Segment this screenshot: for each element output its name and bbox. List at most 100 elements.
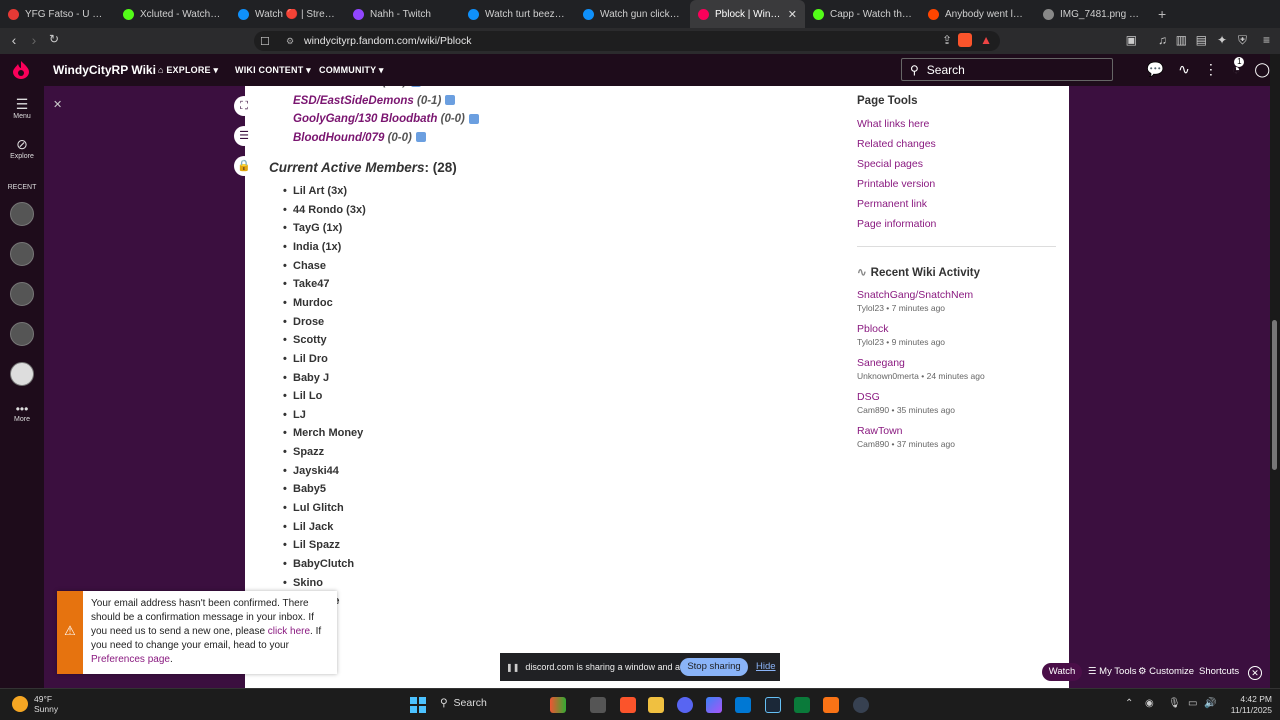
lock-icon[interactable]: 🔒 bbox=[234, 156, 254, 176]
stop-sharing-button[interactable]: Stop sharing bbox=[680, 658, 748, 676]
forward-icon[interactable]: › bbox=[24, 32, 44, 48]
crew-link[interactable]: BloodHound/079 bbox=[293, 132, 384, 144]
share-icon[interactable]: ⇪ bbox=[942, 33, 952, 47]
nav-explore[interactable]: ⌂ EXPLORE ▾ bbox=[158, 65, 218, 76]
recent-wiki-avatar[interactable] bbox=[10, 322, 34, 346]
scrollbar-thumb[interactable] bbox=[1272, 320, 1277, 470]
clock[interactable]: 4:42 PM 11/11/2025 bbox=[1231, 694, 1272, 716]
rail-explore[interactable]: ⊘ Explore bbox=[0, 136, 44, 160]
rewards-icon[interactable]: ▲ bbox=[980, 33, 992, 47]
page-tool-link[interactable]: Printable version bbox=[857, 178, 935, 190]
volume-icon[interactable]: 🔊 bbox=[1204, 698, 1216, 709]
fandom-logo-icon[interactable] bbox=[12, 60, 30, 80]
bookmark-icon[interactable]: ☐ bbox=[260, 35, 270, 48]
recent-wiki-avatar[interactable] bbox=[10, 202, 34, 226]
new-tab-icon[interactable]: + bbox=[1158, 6, 1166, 22]
reload-icon[interactable]: ↻ bbox=[44, 32, 64, 46]
toc-icon[interactable]: ☰ bbox=[234, 126, 254, 146]
preferences-link[interactable]: Preferences page bbox=[91, 654, 170, 665]
brave-shields-icon[interactable] bbox=[958, 33, 972, 47]
browser-tab[interactable]: Watch turt beezy 📍 | S bbox=[460, 0, 575, 28]
excel-icon[interactable] bbox=[794, 697, 810, 713]
shortcuts-button[interactable]: Shortcuts bbox=[1199, 666, 1239, 677]
watch-button[interactable]: Watch bbox=[1042, 663, 1082, 681]
page-tool-link[interactable]: Special pages bbox=[857, 158, 923, 170]
my-tools-button[interactable]: ☰ My Tools bbox=[1088, 666, 1136, 677]
rail-more[interactable]: ••• More bbox=[0, 402, 44, 423]
browser-tab[interactable]: Xcluted - Watch clips bbox=[115, 0, 230, 28]
recent-wiki-avatar[interactable] bbox=[10, 362, 34, 386]
vpn-icon[interactable]: ⛨ bbox=[1238, 33, 1247, 48]
rail-menu[interactable]: ☰ Menu bbox=[0, 96, 44, 120]
file-explorer-icon[interactable] bbox=[648, 697, 664, 713]
task-view-icon[interactable] bbox=[590, 697, 606, 713]
crew-link[interactable]: GFB Block/GFB bbox=[293, 86, 379, 88]
sidebar-icon[interactable]: ▥ bbox=[1176, 33, 1187, 47]
browser-tab[interactable]: Watch 🔴 | Streamable bbox=[230, 0, 345, 28]
browser-tab[interactable]: Pblock | WindyCity ✕ bbox=[690, 0, 805, 28]
more-vertical-icon[interactable]: ⋮ bbox=[1204, 61, 1218, 78]
nav-community[interactable]: COMMUNITY ▾ bbox=[319, 65, 384, 76]
chevron-up-icon[interactable]: ⌃ bbox=[1125, 698, 1133, 709]
activity-icon[interactable]: ∿ bbox=[1178, 61, 1190, 78]
notifications-icon[interactable]: ◔ 1 bbox=[1232, 57, 1245, 78]
collapse-icon[interactable]: ✕ bbox=[53, 98, 62, 111]
discussions-icon[interactable]: 💬 bbox=[1147, 61, 1164, 78]
activity-page-link[interactable]: Sanegang bbox=[857, 357, 905, 369]
browser-tab[interactable]: Nahh - Twitch bbox=[345, 0, 460, 28]
activity-page-link[interactable]: RawTown bbox=[857, 425, 903, 437]
weather-widget[interactable]: 49°F Sunny bbox=[12, 694, 58, 714]
activity-page-link[interactable]: Pblock bbox=[857, 323, 889, 335]
media-icon[interactable]: ♫ bbox=[1158, 33, 1167, 47]
crew-link[interactable]: ESD/EastSideDemons bbox=[293, 95, 414, 107]
activity-page-link[interactable]: SnatchGang/SnatchNem bbox=[857, 289, 973, 301]
recent-wiki-avatar[interactable] bbox=[10, 242, 34, 266]
app-icon[interactable] bbox=[853, 697, 869, 713]
store-icon[interactable] bbox=[735, 697, 751, 713]
app-icon[interactable] bbox=[550, 697, 566, 713]
browser-tab[interactable]: IMG_7481.png (906×9 bbox=[1035, 0, 1150, 28]
discord-icon[interactable] bbox=[677, 697, 693, 713]
page-tool-link[interactable]: Page information bbox=[857, 218, 936, 230]
fullscreen-icon[interactable]: ⛶ bbox=[234, 96, 254, 116]
close-toolbar-icon[interactable]: ✕ bbox=[1248, 666, 1262, 680]
nav-wiki-content[interactable]: WIKI CONTENT ▾ bbox=[235, 65, 311, 76]
brave-icon[interactable] bbox=[620, 697, 636, 713]
browser-tab[interactable]: Capp - Watch the VOD bbox=[805, 0, 920, 28]
app-icon[interactable] bbox=[823, 697, 839, 713]
menu-icon[interactable]: ≡ bbox=[1263, 33, 1270, 47]
wiki-search-input[interactable]: ⚲ Search bbox=[901, 58, 1113, 81]
customize-button[interactable]: ⚙ Customize bbox=[1138, 666, 1194, 677]
back-icon[interactable]: ‹ bbox=[4, 32, 24, 48]
windows-start-icon[interactable] bbox=[410, 697, 426, 713]
browser-tab[interactable]: Watch gun clicked @s bbox=[575, 0, 690, 28]
hide-button[interactable]: Hide bbox=[756, 661, 776, 672]
crew-entry: BloodHound/079 (0-0) bbox=[293, 132, 426, 144]
browser-tab[interactable]: YFG Fatso - U or Me [C bbox=[0, 0, 115, 28]
url-field[interactable]: ☐ ⚙ windycityrp.fandom.com/wiki/Pblock bbox=[254, 31, 1000, 51]
close-tab-icon[interactable]: ✕ bbox=[788, 8, 797, 21]
wiki-name[interactable]: WindyCityRP Wiki bbox=[53, 63, 156, 77]
leo-icon[interactable]: ✦ bbox=[1217, 33, 1227, 47]
crew-link[interactable]: GoolyGang/130 Bloodbath bbox=[293, 113, 437, 125]
steam-icon[interactable] bbox=[765, 697, 781, 713]
user-avatar-icon[interactable]: ◯ bbox=[1254, 61, 1270, 78]
activity-page-link[interactable]: DSG bbox=[857, 391, 880, 403]
member-list-item: Spazz bbox=[283, 446, 324, 458]
activity-meta: Tylol23 • 7 minutes ago bbox=[857, 303, 946, 313]
browser-tab[interactable]: Anybody went last nig bbox=[920, 0, 1035, 28]
copilot-icon[interactable] bbox=[706, 697, 722, 713]
tray-icon[interactable]: ◉ bbox=[1145, 698, 1154, 709]
page-tool-link[interactable]: Related changes bbox=[857, 138, 936, 150]
crew-record: (0-0) bbox=[440, 113, 465, 125]
network-icon[interactable]: ▭ bbox=[1188, 698, 1197, 709]
mic-icon[interactable]: 🎙 bbox=[1168, 698, 1181, 709]
click-here-link[interactable]: click here bbox=[268, 626, 310, 637]
page-tool-link[interactable]: Permanent link bbox=[857, 198, 927, 210]
page-tool-link[interactable]: What links here bbox=[857, 118, 929, 130]
recent-wiki-avatar[interactable] bbox=[10, 282, 34, 306]
wallet-icon[interactable]: ▤ bbox=[1196, 33, 1207, 47]
taskbar-search[interactable]: ⚲ Search bbox=[440, 697, 487, 709]
screenshot-icon[interactable]: ▣ bbox=[1126, 33, 1137, 47]
site-info-icon[interactable]: ⚙ bbox=[286, 36, 294, 47]
